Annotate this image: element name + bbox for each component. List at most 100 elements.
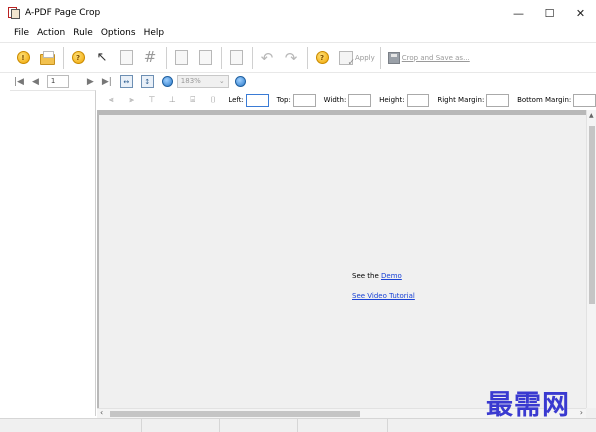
toolbar-separator — [307, 46, 308, 69]
undo-icon: ↶ — [260, 48, 274, 67]
toolbar-separator — [379, 46, 381, 69]
align-right-icon[interactable]: ⫸ — [126, 95, 136, 105]
pointer-icon: ↖ — [96, 50, 108, 65]
apply-icon — [339, 50, 355, 68]
delete-page-icon — [229, 50, 243, 65]
menu-rule[interactable]: Rule — [69, 28, 97, 38]
menu-bar: File Action Rule Options Help — [0, 26, 596, 40]
fit-height-icon[interactable]: ↕ — [140, 75, 154, 88]
window-title: A-PDF Page Crop — [25, 8, 101, 18]
status-cell — [298, 419, 388, 432]
see-the-text: See the — [352, 272, 379, 280]
menu-file[interactable]: File — [0, 28, 33, 38]
width-field[interactable] — [348, 93, 372, 107]
status-cell — [220, 419, 298, 432]
app-logo-icon — [8, 7, 20, 19]
page-left-button[interactable] — [170, 47, 192, 69]
right-margin-field[interactable] — [486, 93, 510, 107]
previous-page-icon[interactable]: ◀ — [32, 77, 39, 87]
title-bar: A-PDF Page Crop — ☐ ✕ — [0, 0, 596, 26]
zoom-out-icon[interactable] — [161, 76, 173, 87]
top-field[interactable] — [292, 93, 316, 107]
video-tutorial-link[interactable]: See Video Tutorial — [352, 292, 415, 300]
grid-icon: # — [143, 48, 157, 66]
vertical-scrollbar[interactable]: ▲ — [586, 110, 596, 408]
navigation-toolbar: |◀ ◀ 1 ▶ ▶| ↔ ↕ 183% ⌄ — [0, 72, 596, 90]
toolbar-separator — [252, 46, 253, 69]
left-label: Left: — [228, 96, 244, 104]
info-button[interactable]: ! — [12, 47, 34, 69]
toolbar-separator — [63, 46, 64, 69]
thumbnail-panel[interactable] — [10, 90, 96, 416]
vertical-scroll-thumb[interactable] — [589, 126, 595, 304]
crop-fields-toolbar: ⫷ ⫸ ⊤ ⊥ ⌸ ⌷ Left: Top: Width: Height: Ri… — [98, 92, 596, 108]
window-controls: — ☐ ✕ — [503, 0, 596, 26]
width-label: Width: — [323, 96, 347, 104]
apply-label: Apply — [355, 53, 375, 62]
apply-button[interactable]: Apply — [339, 47, 375, 69]
center-vertical-icon[interactable]: ⌸ — [188, 95, 198, 105]
redo-button[interactable]: ↷ — [280, 47, 302, 69]
last-page-icon[interactable]: ▶| — [102, 77, 112, 87]
main-toolbar: ! ? ↖ # ↶ ↷ ? Apply Crop and Save as... — [0, 42, 596, 72]
toolbar-separator — [221, 46, 222, 69]
bottom-margin-field[interactable] — [573, 93, 596, 107]
scroll-right-icon[interactable]: › — [580, 408, 583, 417]
help-button[interactable]: ? — [67, 47, 89, 69]
first-page-icon[interactable]: |◀ — [14, 77, 24, 87]
next-page-icon[interactable]: ▶ — [87, 77, 94, 87]
save-icon — [387, 51, 400, 64]
right-margin-label: Right Margin: — [437, 96, 485, 104]
grid-button[interactable]: # — [139, 47, 161, 69]
demo-link[interactable]: Demo — [381, 272, 402, 280]
maximize-button[interactable]: ☐ — [534, 0, 565, 26]
crop-save-button[interactable]: Crop and Save as... — [387, 47, 470, 69]
center-horizontal-icon[interactable]: ⌷ — [208, 95, 218, 105]
top-label: Top: — [276, 96, 291, 104]
undo-button[interactable]: ↶ — [256, 47, 278, 69]
status-cell — [0, 419, 142, 432]
align-top-icon[interactable]: ⊤ — [147, 95, 157, 105]
status-cell — [142, 419, 220, 432]
delete-crop-button[interactable] — [225, 47, 247, 69]
zoom-in-icon[interactable] — [234, 76, 246, 87]
page-icon — [198, 50, 212, 65]
bottom-margin-label: Bottom Margin: — [517, 96, 572, 104]
page-number-input[interactable]: 1 — [46, 75, 69, 88]
close-button[interactable]: ✕ — [565, 0, 596, 26]
zoom-value: 183% — [180, 77, 201, 85]
scroll-left-icon[interactable]: ‹ — [100, 408, 103, 417]
menu-options[interactable]: Options — [97, 28, 140, 38]
toolbar-separator — [166, 46, 167, 69]
document-canvas[interactable]: See the Demo See Video Tutorial — [97, 110, 586, 408]
demo-line: See the Demo — [352, 272, 402, 280]
zoom-select[interactable]: 183% ⌄ — [176, 75, 229, 88]
info-icon: ! — [16, 51, 30, 64]
page-right-button[interactable] — [194, 47, 216, 69]
open-folder-icon — [39, 50, 55, 65]
help-icon: ? — [315, 51, 329, 64]
minimize-button[interactable]: — — [503, 0, 534, 26]
help-icon: ? — [71, 51, 85, 64]
open-button[interactable] — [36, 47, 58, 69]
left-field[interactable] — [245, 93, 269, 107]
horizontal-scroll-thumb[interactable] — [110, 411, 360, 417]
select-tool-button[interactable]: ↖ — [91, 47, 113, 69]
height-field[interactable] — [406, 93, 430, 107]
fit-width-icon[interactable]: ↔ — [119, 75, 133, 88]
help-button-2[interactable]: ? — [311, 47, 333, 69]
crop-save-label: Crop and Save as... — [401, 53, 470, 62]
crop-region-button[interactable] — [115, 47, 137, 69]
watermark-logo: 最需网 — [486, 390, 570, 421]
scroll-up-icon[interactable]: ▲ — [589, 112, 594, 119]
chevron-down-icon: ⌄ — [218, 77, 225, 85]
document-viewer: See the Demo See Video Tutorial ▲ ‹ › — [97, 110, 596, 418]
height-label: Height: — [379, 96, 405, 104]
crop-region-icon — [119, 50, 133, 65]
redo-icon: ↷ — [284, 48, 298, 67]
menu-help[interactable]: Help — [140, 28, 169, 38]
page-icon — [174, 50, 188, 65]
align-left-icon[interactable]: ⫷ — [106, 95, 116, 105]
align-bottom-icon[interactable]: ⊥ — [167, 95, 177, 105]
menu-action[interactable]: Action — [33, 28, 69, 38]
